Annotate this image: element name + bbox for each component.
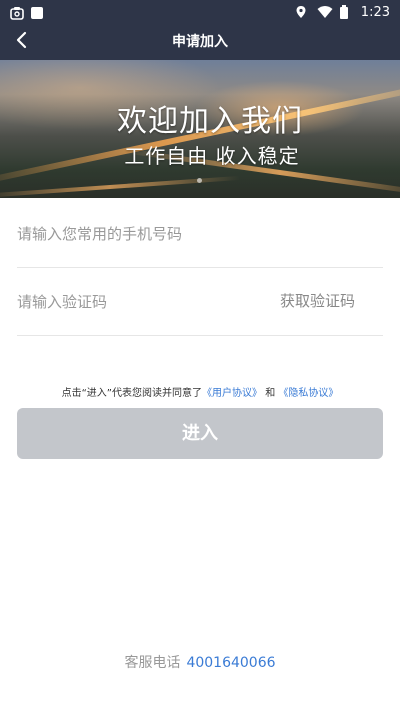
user-agreement-link[interactable]: 《用户协议》 [202, 388, 262, 399]
customer-service: 客服电话 4001640066 [0, 652, 400, 672]
get-code-button[interactable]: 获取验证码 [280, 268, 355, 335]
customer-service-phone-link[interactable]: 4001640066 [186, 655, 275, 671]
status-time: 1:23 [360, 4, 390, 20]
status-right: 1:23 [295, 5, 390, 20]
page-title: 申请加入 [172, 34, 228, 50]
location-icon [295, 5, 309, 19]
agreement-prefix: 点击“进入”代表您阅读并同意了 [61, 388, 202, 399]
customer-service-label: 客服电话 [124, 655, 181, 671]
camera-lock-icon [10, 5, 24, 20]
square-icon [30, 5, 44, 19]
banner-title: 欢迎加入我们 [117, 104, 303, 139]
carousel-dot [197, 178, 202, 183]
phone-field-row [17, 200, 383, 268]
code-field-row: 获取验证码 [17, 268, 383, 336]
banner-decoration [0, 175, 240, 198]
banner-subtitle: 工作自由 收入稳定 [124, 144, 300, 168]
wifi-icon [317, 5, 333, 19]
battery-icon [339, 5, 353, 19]
privacy-agreement-link[interactable]: 《隐私协议》 [278, 388, 338, 399]
status-bar: 1:23 [0, 0, 400, 24]
enter-button[interactable]: 进入 [17, 408, 383, 459]
status-left [10, 5, 44, 20]
agreement-and: 和 [265, 388, 276, 399]
app-header: 申请加入 [0, 24, 400, 60]
agreement-text: 点击“进入”代表您阅读并同意了《用户协议》 和 《隐私协议》 [0, 384, 400, 399]
phone-input[interactable] [17, 200, 383, 267]
verification-code-input[interactable] [17, 268, 267, 335]
